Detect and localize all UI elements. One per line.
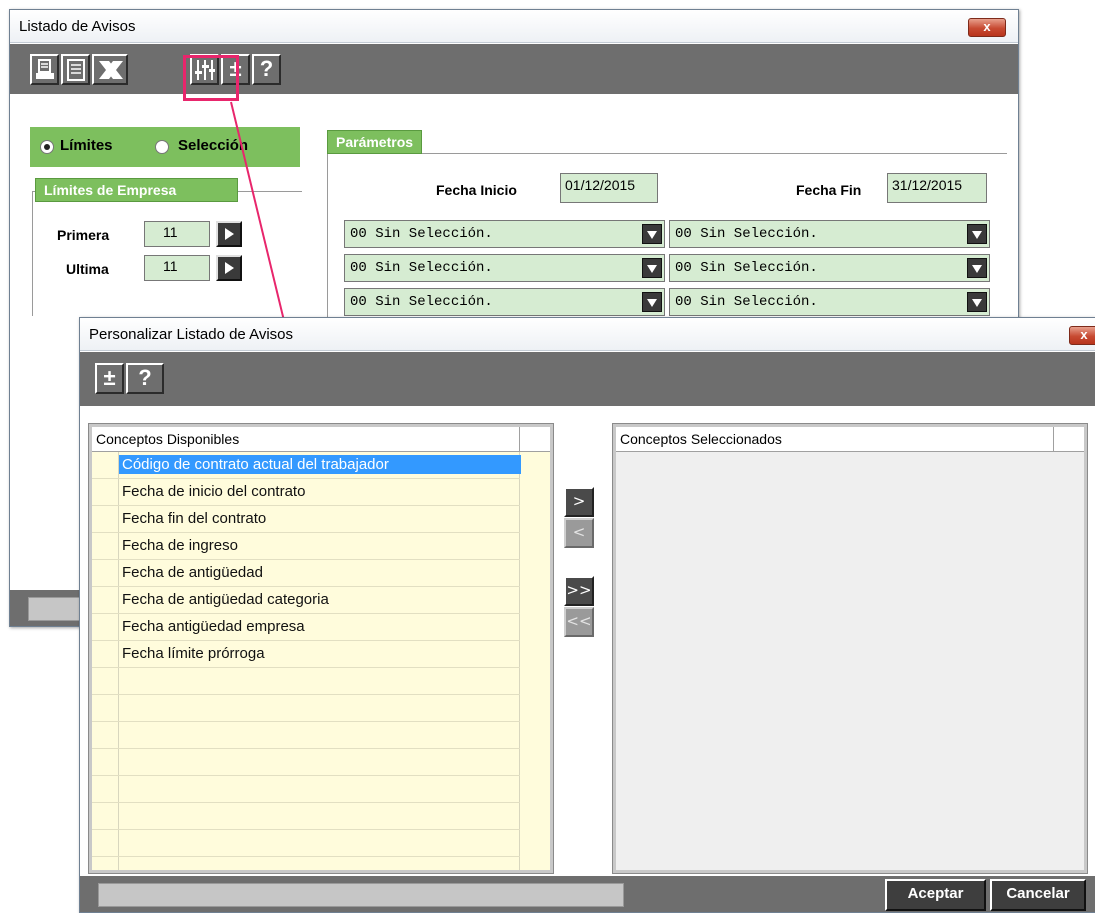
first-company-input[interactable]: 11 xyxy=(144,221,210,247)
first-company-label: Primera xyxy=(57,227,110,243)
company-limits-group xyxy=(32,191,302,316)
list-item[interactable]: Fecha de inicio del contrato xyxy=(92,479,520,506)
last-company-input[interactable]: 11 xyxy=(144,255,210,281)
front-help-button[interactable]: ? xyxy=(126,363,164,394)
radio-limites[interactable] xyxy=(40,140,54,154)
chevron-down-icon[interactable] xyxy=(642,258,662,278)
help-button[interactable]: ? xyxy=(252,54,281,85)
customize-button[interactable] xyxy=(190,54,219,85)
double-chevron-right-icon: >> xyxy=(566,581,592,599)
chevron-down-icon[interactable] xyxy=(967,258,987,278)
start-date-input[interactable]: 01/12/2015 xyxy=(560,173,658,203)
chevron-right-icon: > xyxy=(572,492,586,510)
list-item-label: Código de contrato actual del trabajador xyxy=(119,455,521,474)
list-item-label: Fecha límite prórroga xyxy=(122,645,265,662)
remove-one-button[interactable]: < xyxy=(564,518,594,548)
status-field xyxy=(98,883,624,907)
radio-limites-label[interactable]: Límites xyxy=(60,137,113,154)
mode-selector: Límites Selección xyxy=(30,127,300,167)
front-plusminus-button[interactable]: ± xyxy=(95,363,124,394)
selector-combo-3[interactable]: 00 Sin Selección. xyxy=(344,254,665,282)
front-window-personalizar: Personalizar Listado de Avisos x ± ? Con… xyxy=(79,317,1095,913)
front-window-title: Personalizar Listado de Avisos xyxy=(89,326,294,343)
list-item[interactable]: Fecha de ingreso xyxy=(92,533,520,560)
selector-combo-5[interactable]: 00 Sin Selección. xyxy=(344,288,665,316)
plusminus-icon: ± xyxy=(229,56,242,81)
last-company-lookup-button[interactable] xyxy=(216,255,242,281)
selector-combo-6[interactable]: 00 Sin Selección. xyxy=(669,288,990,316)
back-window-toolbar: ± ? xyxy=(10,44,1018,94)
sliders-icon xyxy=(195,60,215,80)
list-item[interactable]: Fecha de antigüedad xyxy=(92,560,520,587)
start-date-label: Fecha Inicio xyxy=(436,182,517,198)
chevron-down-icon[interactable] xyxy=(967,224,987,244)
selected-concepts-list[interactable] xyxy=(616,452,1084,870)
available-concepts-list[interactable]: Código de contrato actual del trabajador… xyxy=(92,452,550,870)
list-item[interactable]: Fecha antigüedad empresa xyxy=(92,614,520,641)
selector-combo-4[interactable]: 00 Sin Selección. xyxy=(669,254,990,282)
list-item-label: Fecha de antigüedad categoria xyxy=(122,591,329,608)
radio-seleccion[interactable] xyxy=(155,140,169,154)
front-window-footer: Aceptar Cancelar xyxy=(80,876,1095,912)
back-window-titlebar[interactable]: Listado de Avisos x xyxy=(10,10,1018,43)
selector-combo-1[interactable]: 00 Sin Selección. xyxy=(344,220,665,248)
list-item-label: Fecha de ingreso xyxy=(122,537,238,554)
plusminus-icon: ± xyxy=(103,365,116,390)
list-item-empty[interactable] xyxy=(92,749,520,776)
excel-icon xyxy=(99,61,123,79)
last-company-label: Ultima xyxy=(66,261,109,277)
chevron-down-icon[interactable] xyxy=(642,224,662,244)
list-item-label: Fecha fin del contrato xyxy=(122,510,267,527)
available-concepts-header[interactable]: Conceptos Disponibles xyxy=(92,427,550,452)
list-item-empty[interactable] xyxy=(92,722,520,749)
first-company-lookup-button[interactable] xyxy=(216,221,242,247)
excel-button[interactable] xyxy=(92,54,128,85)
chevron-left-icon: < xyxy=(572,523,586,541)
preview-button[interactable] xyxy=(61,54,90,85)
front-window-toolbar: ± ? xyxy=(80,352,1095,406)
document-icon xyxy=(67,59,85,81)
plusminus-button[interactable]: ± xyxy=(221,54,250,85)
front-window-titlebar[interactable]: Personalizar Listado de Avisos x xyxy=(80,318,1095,351)
back-window-close-button[interactable]: x xyxy=(968,18,1006,37)
list-item[interactable]: Fecha límite prórroga xyxy=(92,641,520,668)
list-item-label: Fecha de inicio del contrato xyxy=(122,483,306,500)
list-item[interactable]: Fecha de antigüedad categoria xyxy=(92,587,520,614)
list-item-empty[interactable] xyxy=(92,803,520,830)
list-item-empty[interactable] xyxy=(92,776,520,803)
list-item-empty[interactable] xyxy=(92,695,520,722)
double-chevron-left-icon: << xyxy=(566,612,592,630)
help-icon: ? xyxy=(138,365,152,390)
add-one-button[interactable]: > xyxy=(564,487,594,517)
end-date-label: Fecha Fin xyxy=(796,182,862,198)
list-item-label: Fecha antigüedad empresa xyxy=(122,618,305,635)
selected-concepts-header[interactable]: Conceptos Seleccionados xyxy=(616,427,1084,452)
back-window-title: Listado de Avisos xyxy=(19,18,136,35)
chevron-down-icon[interactable] xyxy=(967,292,987,312)
accept-button[interactable]: Aceptar xyxy=(885,879,986,911)
help-icon: ? xyxy=(259,56,274,81)
company-limits-title: Límites de Empresa xyxy=(35,178,238,202)
selected-concepts-panel: Conceptos Seleccionados xyxy=(612,423,1088,874)
parameters-title: Parámetros xyxy=(327,130,423,154)
list-item[interactable]: Código de contrato actual del trabajador xyxy=(92,452,521,479)
front-window-close-button[interactable]: x xyxy=(1069,326,1095,345)
list-item[interactable]: Fecha fin del contrato xyxy=(92,506,520,533)
list-item-empty[interactable] xyxy=(92,668,520,695)
chevron-down-icon[interactable] xyxy=(642,292,662,312)
list-item-empty[interactable] xyxy=(92,830,520,857)
available-concepts-panel: Conceptos Disponibles Código de contrato… xyxy=(88,423,554,874)
selector-combo-2[interactable]: 00 Sin Selección. xyxy=(669,220,990,248)
cancel-button[interactable]: Cancelar xyxy=(990,879,1086,911)
radio-seleccion-label[interactable]: Selección xyxy=(178,137,248,154)
add-all-button[interactable]: >> xyxy=(564,576,594,606)
remove-all-button[interactable]: << xyxy=(564,607,594,637)
printer-icon xyxy=(36,59,54,79)
list-item-label: Fecha de antigüedad xyxy=(122,564,263,581)
end-date-input[interactable]: 31/12/2015 xyxy=(887,173,987,203)
print-button[interactable] xyxy=(30,54,59,85)
